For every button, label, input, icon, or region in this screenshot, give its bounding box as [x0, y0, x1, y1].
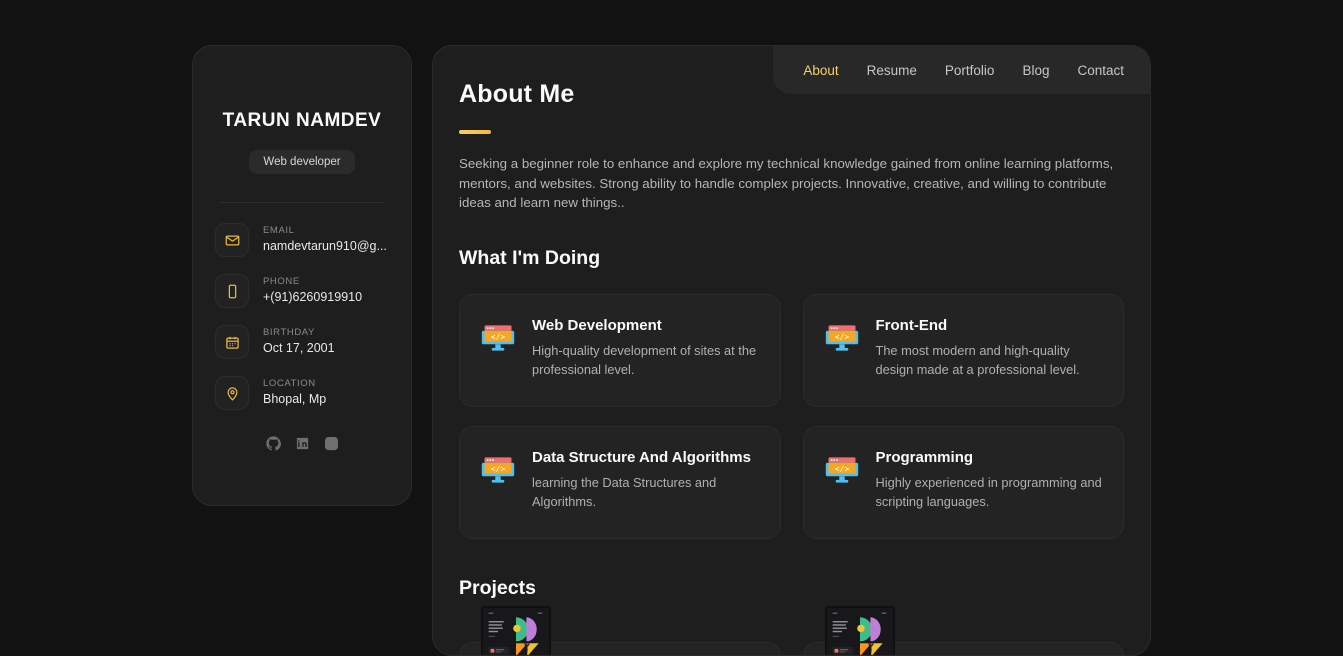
nav-item-about[interactable]: About [803, 63, 838, 78]
calendar-icon [215, 325, 249, 359]
profile-role-badge: Web developer [249, 150, 355, 174]
contact-value-email: namdevtarun910@g... [263, 238, 387, 253]
profile-name: TARUN NAMDEV [222, 110, 382, 131]
contact-label-email: EMAIL [263, 224, 295, 236]
portfolio-page: TARUN NAMDEV Web developer EMAIL namdevt… [0, 0, 1343, 656]
service-card: </> Data Structure And Algorithms learni… [459, 425, 781, 539]
service-title: Front-End [875, 316, 948, 334]
code-monitor-icon: </> [480, 320, 516, 356]
about-intro-text: Seeking a beginner role to enhance and e… [459, 156, 1114, 211]
nav-item-portfolio[interactable]: Portfolio [945, 63, 995, 78]
service-title: Data Structure And Algorithms [532, 448, 751, 466]
service-desc: learning the Data Structures and Algorit… [532, 474, 717, 510]
linkedin-icon[interactable] [295, 436, 310, 451]
contact-item-email[interactable]: EMAIL namdevtarun910@g... [215, 223, 389, 257]
service-desc: The most modern and high-quality design … [875, 342, 1080, 378]
location-icon [215, 376, 249, 410]
contact-item-phone[interactable]: PHONE +(91)6260919910 [215, 274, 389, 308]
code-monitor-icon: </> [480, 452, 516, 488]
nav-item-blog[interactable]: Blog [1022, 63, 1049, 78]
contact-list: EMAIL namdevtarun910@g... PHONE +(91)626… [215, 223, 389, 410]
social-links [215, 436, 389, 451]
nav-item-contact[interactable]: Contact [1077, 63, 1124, 78]
service-card: </> Programming Highly experienced in pr… [802, 425, 1124, 539]
poster-thumbnail [481, 605, 551, 655]
contact-label-birthday: BIRTHDAY [263, 326, 315, 338]
contact-label-phone: PHONE [263, 275, 300, 287]
service-title: Web Development [532, 316, 662, 334]
contact-item-birthday: BIRTHDAY Oct 17, 2001 [215, 325, 389, 359]
phone-icon [215, 274, 249, 308]
service-card: </> Web Development High-quality develop… [459, 293, 781, 407]
project-card[interactable]: Landing -Page [802, 605, 1124, 655]
main-navbar: About Resume Portfolio Blog Contact [773, 46, 1150, 94]
main-panel: About Resume Portfolio Blog Contact Abou… [432, 45, 1151, 656]
svg-text:</>: </> [834, 331, 849, 341]
github-icon[interactable] [265, 436, 281, 451]
contact-value-location: Bhopal, Mp [263, 391, 327, 406]
project-card[interactable]: Music-Player [459, 605, 781, 655]
contact-label-location: LOCATION [263, 377, 316, 389]
svg-text:</>: </> [491, 463, 506, 473]
sidebar-divider [219, 202, 385, 203]
service-desc: Highly experienced in programming and sc… [875, 474, 1102, 510]
service-card: </> Front-End The most modern and high-q… [802, 293, 1124, 407]
poster-thumbnail [824, 605, 895, 655]
nav-item-resume[interactable]: Resume [867, 63, 917, 78]
svg-text:</>: </> [834, 463, 849, 473]
projects-grid: Music-Player [459, 605, 1124, 655]
code-monitor-icon: </> [824, 320, 860, 356]
profile-sidebar: TARUN NAMDEV Web developer EMAIL namdevt… [192, 45, 412, 506]
contact-value-phone: +(91)6260919910 [263, 289, 363, 304]
mail-icon [215, 223, 249, 257]
contact-item-location: LOCATION Bhopal, Mp [215, 376, 389, 410]
instagram-icon[interactable] [324, 436, 339, 451]
services-heading: What I'm Doing [459, 246, 601, 269]
projects-heading: Projects [459, 576, 536, 599]
service-title: Programming [875, 448, 974, 466]
profile-role-wrap: Web developer [215, 150, 389, 174]
service-desc: High-quality development of sites at the… [532, 342, 757, 378]
contact-value-birthday: Oct 17, 2001 [263, 340, 335, 355]
code-monitor-icon: </> [824, 452, 860, 488]
main-content: About Me Seeking a beginner role to enha… [433, 46, 1150, 655]
svg-text:</>: </> [491, 331, 506, 341]
title-underline [459, 130, 491, 134]
services-grid: </> Web Development High-quality develop… [459, 293, 1124, 539]
